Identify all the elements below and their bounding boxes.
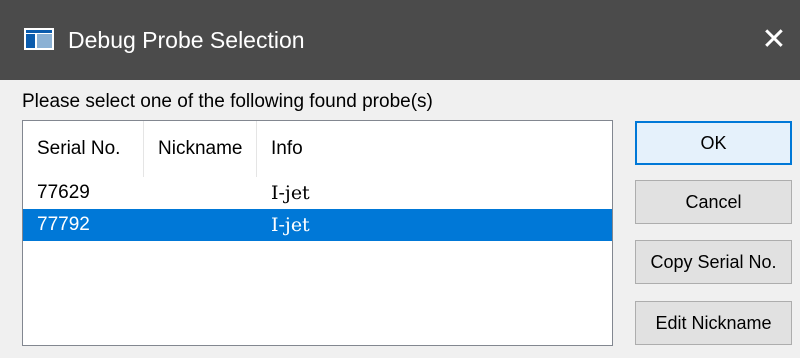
column-header-serial-no[interactable]: Serial No.: [23, 121, 144, 177]
debug-probe-selection-dialog: Debug Probe Selection ✕ Please select on…: [0, 0, 800, 358]
instruction-text: Please select one of the following found…: [22, 91, 433, 112]
title-bar[interactable]: Debug Probe Selection ✕: [0, 0, 800, 80]
probe-list[interactable]: Serial No. Nickname Info 77629 I-jet 777…: [22, 120, 613, 346]
list-header: Serial No. Nickname Info: [23, 121, 612, 177]
close-button[interactable]: ✕: [754, 20, 794, 60]
cell-serial-no: 77629: [37, 182, 90, 203]
ok-button[interactable]: OK: [635, 121, 792, 165]
window-title: Debug Probe Selection: [68, 27, 305, 53]
cell-serial-no: 77792: [37, 214, 90, 235]
list-item[interactable]: 77629 I-jet: [23, 177, 612, 209]
column-header-nickname[interactable]: Nickname: [144, 121, 257, 177]
application-window-icon: [24, 28, 54, 50]
close-icon: ✕: [761, 23, 787, 56]
list-item-selected[interactable]: 77792 I-jet: [23, 209, 612, 241]
cell-info: I-jet: [271, 214, 310, 236]
cell-info: I-jet: [271, 182, 310, 204]
cancel-button[interactable]: Cancel: [635, 180, 792, 224]
edit-nickname-button[interactable]: Edit Nickname: [635, 301, 792, 345]
column-header-info[interactable]: Info: [257, 121, 612, 177]
copy-serial-button[interactable]: Copy Serial No.: [635, 240, 792, 284]
